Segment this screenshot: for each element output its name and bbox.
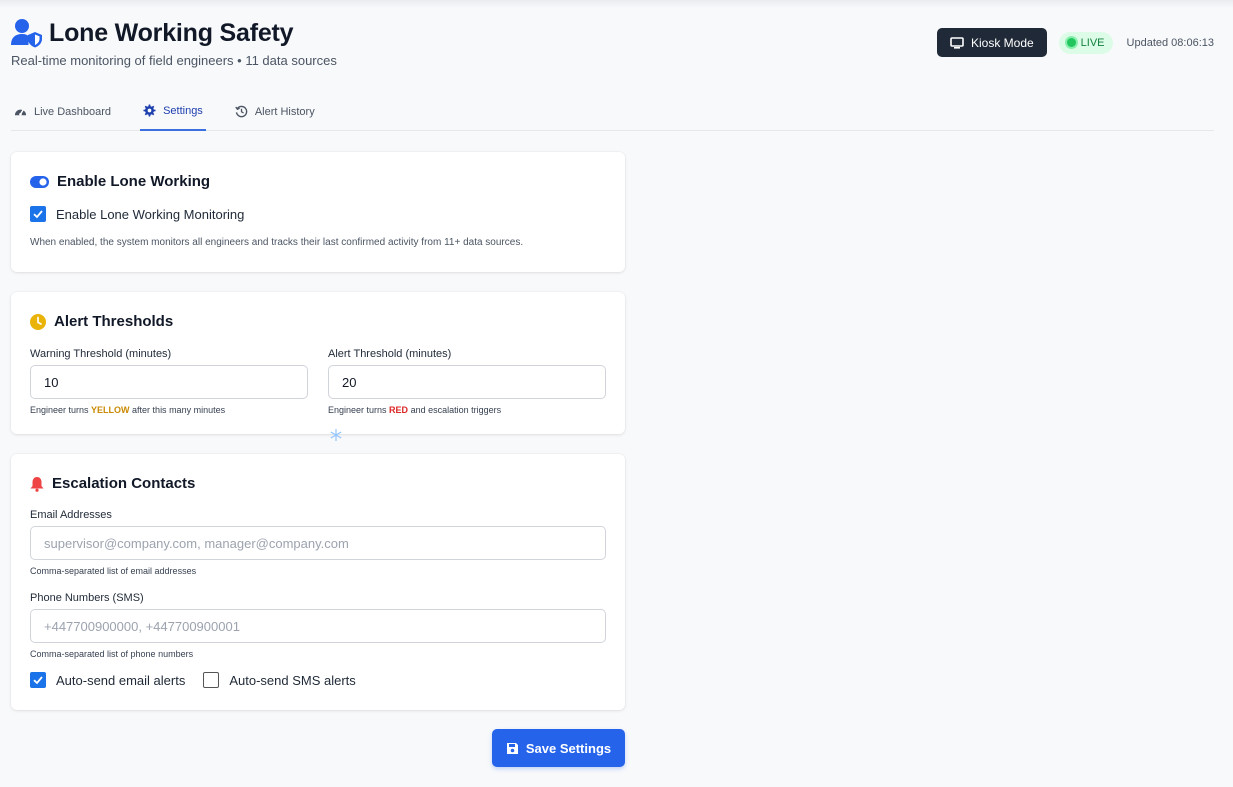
alert-help-post: and escalation triggers xyxy=(408,405,502,415)
checkmark-icon xyxy=(33,676,43,685)
auto-sms-checkbox[interactable] xyxy=(203,672,220,688)
save-settings-label: Save Settings xyxy=(525,740,612,756)
enable-monitoring-label: Enable Lone Working Monitoring xyxy=(56,206,245,222)
lone-working-help: When enabled, the system monitors all en… xyxy=(30,237,524,248)
phone-numbers-help: Comma-separated list of phone numbers xyxy=(30,649,194,659)
auto-email-row: Auto-send email alerts xyxy=(30,672,185,688)
auto-email-checkbox[interactable] xyxy=(30,672,46,688)
phone-numbers-placeholder: +447700900000, +447700900001 xyxy=(44,618,240,634)
alert-thresholds-card: Alert Thresholds Warning Threshold (minu… xyxy=(11,292,625,434)
alert-threshold-value: 20 xyxy=(342,374,357,390)
last-updated-time: Updated 08:06:13 xyxy=(1126,36,1214,49)
clock-icon xyxy=(30,313,46,330)
live-status-badge: LIVE xyxy=(1058,31,1113,54)
email-addresses-input[interactable]: supervisor@company.com, manager@company.… xyxy=(30,526,606,560)
escalation-contacts-title: Escalation Contacts xyxy=(52,475,196,492)
live-dot-icon xyxy=(1066,38,1076,47)
user-shield-icon xyxy=(11,19,42,48)
warning-help-color: YELLOW xyxy=(91,405,130,415)
tab-live-dashboard-label: Live Dashboard xyxy=(34,105,112,118)
alert-help-pre: Engineer turns xyxy=(328,405,390,415)
lone-working-card: Enable Lone Working Enable Lone Working … xyxy=(11,152,625,272)
bell-icon xyxy=(30,476,44,492)
email-addresses-label: Email Addresses xyxy=(30,509,112,521)
history-icon xyxy=(235,105,248,118)
phone-numbers-input[interactable]: +447700900000, +447700900001 xyxy=(30,609,606,643)
gauge-icon xyxy=(14,108,27,116)
snowflake-icon xyxy=(330,429,342,441)
tab-settings-label: Settings xyxy=(163,104,203,117)
warning-threshold-value: 10 xyxy=(44,374,59,390)
warning-threshold-label: Warning Threshold (minutes) xyxy=(30,348,172,360)
tab-alert-history-label: Alert History xyxy=(254,105,315,118)
warning-threshold-input[interactable]: 10 xyxy=(30,365,308,399)
auto-email-label: Auto-send email alerts xyxy=(56,672,186,688)
toggle-on-icon xyxy=(30,175,49,188)
escalation-contacts-card: Escalation Contacts Email Addresses supe… xyxy=(11,454,625,710)
page-header: Lone Working Safety Real-time monitoring… xyxy=(11,18,1214,78)
auto-sms-row: Auto-send SMS alerts xyxy=(203,672,356,688)
tab-settings[interactable]: Settings xyxy=(140,92,206,131)
tab-bar: Live Dashboard Settings Alert History xyxy=(11,92,1214,131)
monitor-icon xyxy=(950,36,964,49)
kiosk-mode-button[interactable]: Kiosk Mode xyxy=(936,28,1047,57)
alert-threshold-label: Alert Threshold (minutes) xyxy=(328,348,452,360)
gear-icon xyxy=(143,104,156,117)
alert-threshold-help: Engineer turns RED and escalation trigge… xyxy=(328,405,606,415)
top-shadow xyxy=(0,0,1233,8)
auto-sms-label: Auto-send SMS alerts xyxy=(229,672,356,688)
save-settings-button[interactable]: Save Settings xyxy=(492,729,625,767)
email-addresses-placeholder: supervisor@company.com, manager@company.… xyxy=(44,535,349,551)
enable-monitoring-checkbox[interactable] xyxy=(30,206,46,222)
tab-live-dashboard[interactable]: Live Dashboard xyxy=(11,92,114,131)
page-title: Lone Working Safety xyxy=(49,18,294,47)
warning-help-pre: Engineer turns xyxy=(30,405,92,415)
tab-alert-history[interactable]: Alert History xyxy=(232,92,318,131)
phone-numbers-label: Phone Numbers (SMS) xyxy=(30,592,144,604)
warning-help-post: after this many minutes xyxy=(129,405,226,415)
floppy-disk-icon xyxy=(506,742,518,754)
live-label: LIVE xyxy=(1080,36,1105,49)
alert-threshold-input[interactable]: 20 xyxy=(328,365,606,399)
kiosk-mode-label: Kiosk Mode xyxy=(970,35,1034,50)
enable-monitoring-row: Enable Lone Working Monitoring xyxy=(30,206,606,222)
email-addresses-help: Comma-separated list of email addresses xyxy=(30,566,197,576)
alert-help-color: RED xyxy=(389,405,409,415)
lone-working-title: Enable Lone Working xyxy=(57,173,211,190)
alert-thresholds-title: Alert Thresholds xyxy=(54,313,174,330)
warning-threshold-help: Engineer turns YELLOW after this many mi… xyxy=(30,405,308,415)
checkmark-icon xyxy=(33,210,43,219)
